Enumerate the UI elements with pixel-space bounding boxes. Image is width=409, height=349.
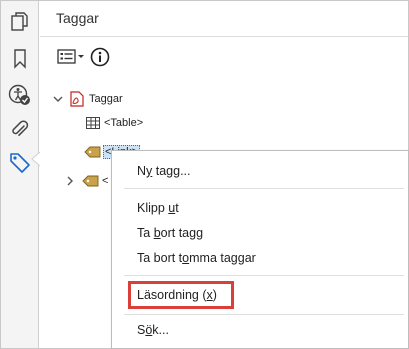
tag-item-icon bbox=[82, 173, 100, 189]
options-menu-icon bbox=[57, 49, 84, 64]
menu-item-delete-empty-tags[interactable]: Ta bort tomma taggar bbox=[137, 251, 256, 265]
highlight-box bbox=[128, 281, 234, 309]
info-button[interactable] bbox=[90, 47, 110, 67]
tree-table-label: <Table> bbox=[104, 117, 144, 129]
paperclip-icon[interactable] bbox=[7, 116, 33, 142]
chevron-down-icon[interactable] bbox=[52, 93, 64, 105]
bookmark-icon[interactable] bbox=[7, 46, 33, 72]
table-icon bbox=[84, 115, 102, 131]
chevron-right-icon[interactable] bbox=[64, 175, 76, 187]
pdf-document-icon bbox=[68, 91, 86, 107]
navigation-sidebar bbox=[1, 1, 40, 348]
tree-row-root[interactable]: Taggar bbox=[52, 90, 123, 108]
copy-pages-icon[interactable] bbox=[7, 9, 33, 35]
panel-divider bbox=[40, 36, 408, 37]
tree-row-collapsed[interactable]: < bbox=[64, 172, 108, 190]
menu-item-search[interactable]: Sök... bbox=[137, 323, 169, 337]
active-panel-pointer bbox=[31, 152, 40, 166]
accessibility-check-icon[interactable] bbox=[7, 82, 33, 108]
context-menu: Ny tagg... Klipp ut Ta bort tagg Ta bort… bbox=[111, 150, 409, 349]
menu-item-cut[interactable]: Klipp ut bbox=[137, 201, 179, 215]
menu-separator bbox=[124, 275, 404, 276]
menu-item-delete-tag[interactable]: Ta bort tagg bbox=[137, 226, 203, 240]
tree-row-table[interactable]: <Table> bbox=[84, 114, 143, 132]
tree-root-label: Taggar bbox=[89, 93, 123, 105]
tag-icon[interactable] bbox=[7, 150, 33, 176]
info-icon bbox=[90, 47, 110, 67]
menu-item-new-tag[interactable]: Ny tagg... bbox=[137, 164, 191, 178]
tag-item-icon bbox=[84, 144, 102, 160]
menu-separator bbox=[124, 314, 404, 315]
menu-separator bbox=[124, 188, 404, 189]
tree-collapsed-label: < bbox=[102, 175, 109, 187]
panel-title: Taggar bbox=[56, 10, 99, 26]
options-menu-button[interactable] bbox=[57, 47, 85, 67]
